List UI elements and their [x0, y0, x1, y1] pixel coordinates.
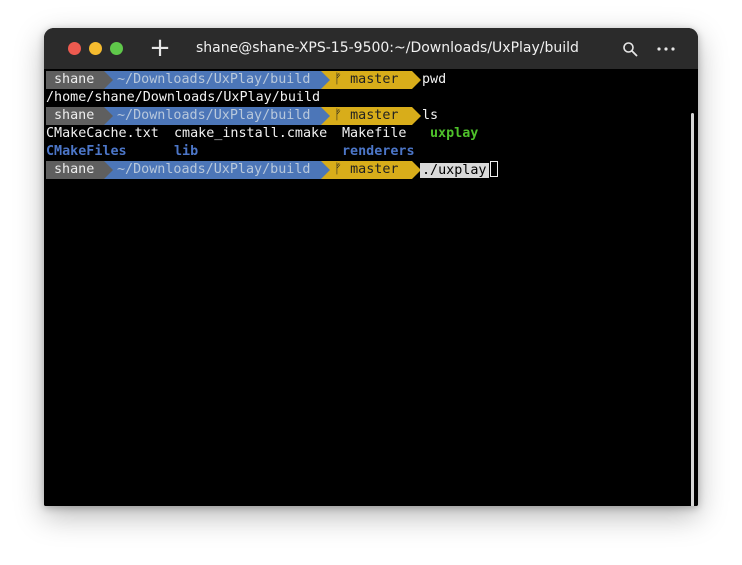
prompt-git: ᚠ master: [330, 71, 412, 89]
git-branch-icon: ᚠ: [334, 162, 343, 177]
prompt-directory: ~/Downloads/UxPlay/build: [113, 107, 321, 125]
prompt-separator: [104, 161, 113, 179]
ls-directory: renderers: [342, 144, 415, 159]
prompt-separator: [321, 71, 330, 89]
command-text: ls: [422, 108, 439, 123]
prompt-branch: master: [350, 108, 399, 123]
command-output: /home/shane/Downloads/UxPlay/build: [46, 90, 321, 105]
prompt-branch: master: [350, 72, 399, 87]
command-text: ./uxplay: [420, 163, 489, 178]
ls-file: cmake_install.cmake: [174, 126, 328, 141]
window-title: shane@shane-XPS-15-9500:~/Downloads/UxPl…: [196, 40, 579, 56]
minimize-button[interactable]: [89, 42, 102, 55]
prompt-git: ᚠ master: [330, 107, 412, 125]
prompt-branch: master: [350, 162, 399, 177]
scrollbar[interactable]: [691, 113, 694, 506]
ls-directory: CMakeFiles: [46, 144, 127, 159]
command-text: pwd: [422, 72, 447, 87]
menu-icon[interactable]: [655, 41, 677, 57]
terminal-body[interactable]: shane ~/Downloads/UxPlay/build ᚠ master …: [44, 69, 698, 506]
ls-executable: uxplay: [430, 126, 479, 141]
prompt-separator: [321, 161, 330, 179]
maximize-button[interactable]: [110, 42, 123, 55]
ls-directory: lib: [174, 144, 199, 159]
prompt-directory: ~/Downloads/UxPlay/build: [113, 161, 321, 179]
prompt-git: ᚠ master: [330, 161, 412, 179]
git-branch-icon: ᚠ: [334, 108, 343, 123]
new-tab-button[interactable]: +: [148, 35, 172, 61]
prompt-user: shane: [46, 161, 104, 179]
text-cursor: [489, 161, 498, 177]
command-input[interactable]: ./uxplay: [420, 161, 498, 179]
prompt-separator: [412, 71, 421, 89]
ls-output-row: CMakeCache.txt cmake_install.cmake Makef…: [46, 125, 686, 143]
close-button[interactable]: [68, 42, 81, 55]
prompt-user: shane: [46, 107, 104, 125]
prompt-line: shane ~/Downloads/UxPlay/build ᚠ master …: [46, 71, 686, 89]
prompt-separator: [412, 107, 421, 125]
ls-file: Makefile: [342, 126, 407, 141]
prompt-separator: [104, 71, 113, 89]
ls-output-row: CMakeFiles lib renderers: [46, 143, 686, 161]
title-bar: + shane@shane-XPS-15-9500:~/Downloads/Ux…: [44, 28, 698, 70]
prompt-directory: ~/Downloads/UxPlay/build: [113, 71, 321, 89]
prompt-line: shane ~/Downloads/UxPlay/build ᚠ master …: [46, 161, 686, 179]
git-branch-icon: ᚠ: [334, 72, 343, 87]
terminal-window: + shane@shane-XPS-15-9500:~/Downloads/Ux…: [44, 28, 698, 506]
search-icon[interactable]: [622, 41, 638, 57]
prompt-separator: [321, 107, 330, 125]
prompt-line: shane ~/Downloads/UxPlay/build ᚠ master …: [46, 107, 686, 125]
prompt-separator: [104, 107, 113, 125]
ls-file: CMakeCache.txt: [46, 126, 159, 141]
prompt-user: shane: [46, 71, 104, 89]
